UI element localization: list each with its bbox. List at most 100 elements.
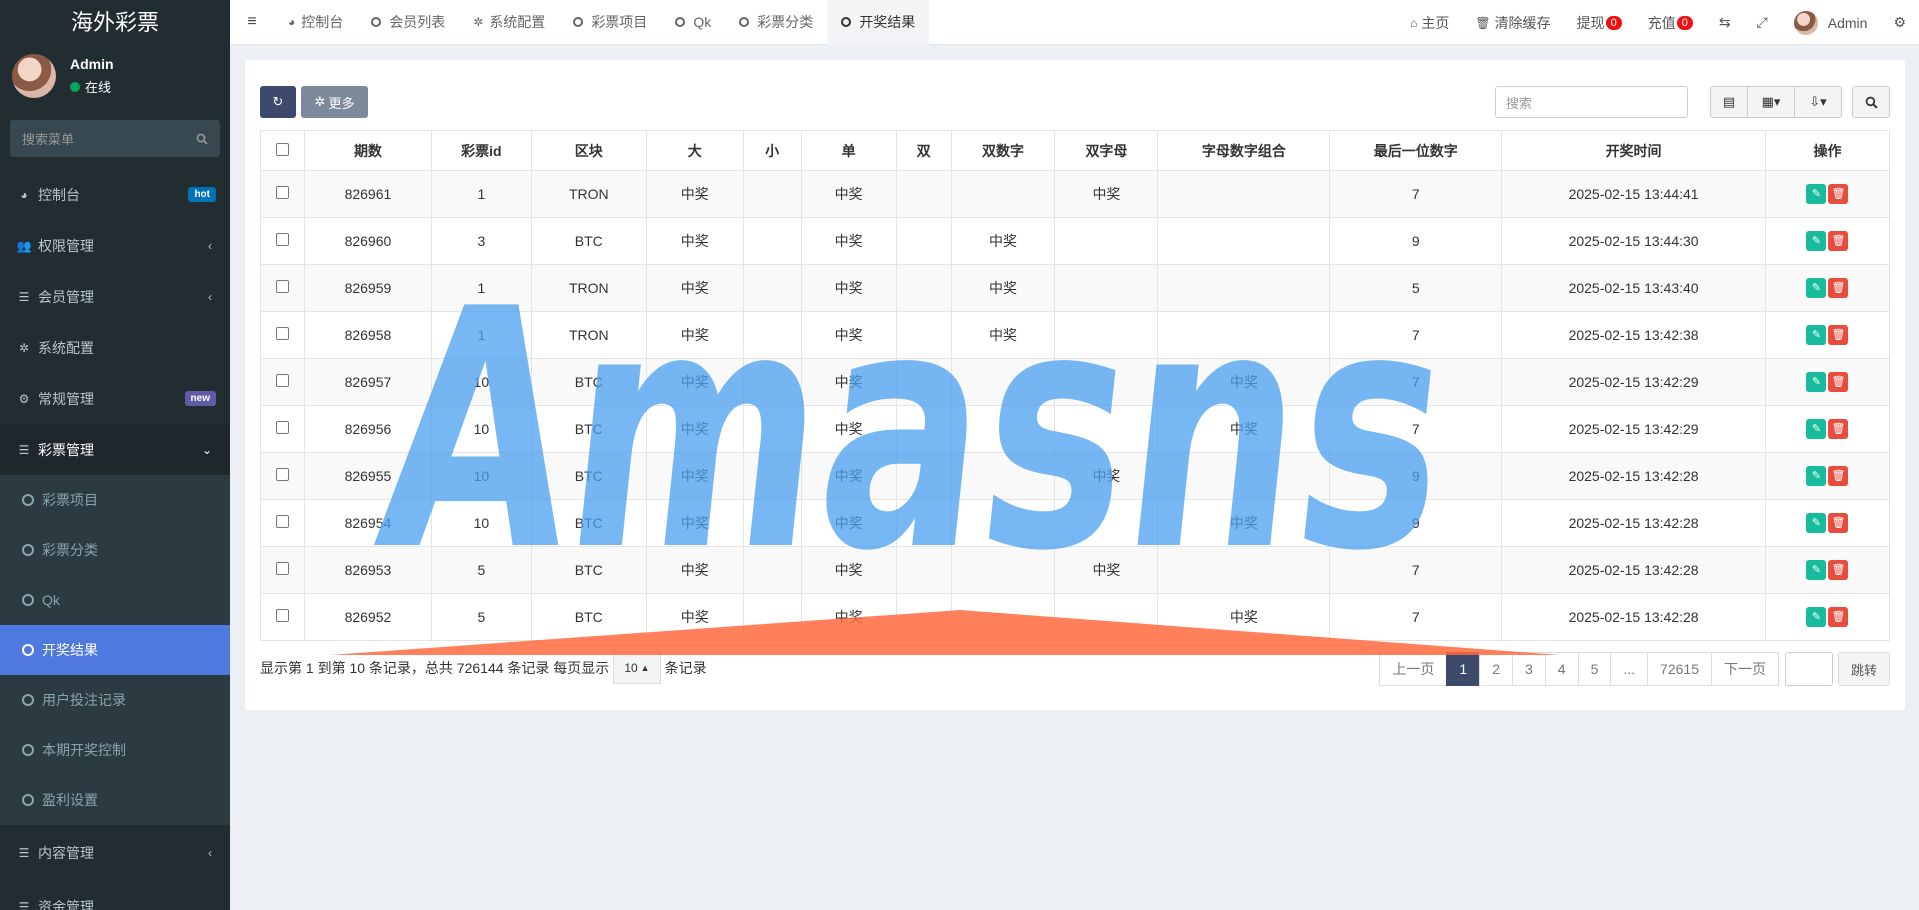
tab-lottery-projects[interactable]: 彩票项目 <box>559 0 661 45</box>
jump-page-input[interactable] <box>1784 652 1833 686</box>
row-select-cell[interactable] <box>260 499 305 547</box>
toggle-view-button[interactable]: ▤ <box>1710 86 1748 118</box>
recharge-link[interactable]: 充值 0 <box>1635 13 1706 33</box>
row-select-cell[interactable] <box>260 452 305 500</box>
column-header[interactable]: 字母数字组合 <box>1157 130 1331 171</box>
table-row[interactable]: 826956 10 BTC 中奖 中奖 中奖 7 2025-02-15 13:42:29 ✎ 🗑 <box>260 405 1891 453</box>
column-header[interactable]: 区块 <box>530 130 647 171</box>
delete-icon[interactable]: 🗑 <box>1828 278 1849 298</box>
withdraw-link[interactable]: 提现 0 <box>1564 13 1635 33</box>
table-search-input[interactable]: 搜索 <box>1495 86 1688 118</box>
edit-icon[interactable]: ✎ <box>1806 466 1827 486</box>
sidebar-item-members[interactable]: ☰ 会员管理 ‹ <box>0 271 230 322</box>
row-checkbox[interactable] <box>275 421 289 434</box>
jump-button[interactable]: 跳转 <box>1837 652 1890 686</box>
table-row[interactable]: 826957 10 BTC 中奖 中奖 中奖 7 2025-02-15 13:42:29 ✎ 🗑 <box>260 358 1891 406</box>
search-button[interactable] <box>1852 86 1890 118</box>
search-icon[interactable] <box>196 133 208 145</box>
tab-system-config[interactable]: ✲ 系统配置 <box>459 0 559 45</box>
row-select-cell[interactable] <box>260 593 305 641</box>
settings-icon[interactable]: ⚙ <box>1880 14 1919 31</box>
edit-icon[interactable]: ✎ <box>1806 231 1827 251</box>
columns-button[interactable]: ▦▾ <box>1747 86 1795 118</box>
delete-icon[interactable]: 🗑 <box>1828 513 1849 533</box>
page-size-select[interactable]: 10 ▲ <box>613 652 661 684</box>
sidebar-subitem-lottery-categories[interactable]: 彩票分类 <box>0 525 230 575</box>
next-page-button[interactable]: 下一页 <box>1710 652 1779 686</box>
sidebar-subitem-profit-settings[interactable]: 盈利设置 <box>0 775 230 825</box>
tab-member-list[interactable]: 会员列表 <box>357 0 459 45</box>
row-checkbox[interactable] <box>275 327 289 340</box>
edit-icon[interactable]: ✎ <box>1806 325 1827 345</box>
row-select-cell[interactable] <box>260 264 305 312</box>
table-row[interactable]: 826953 5 BTC 中奖 中奖 中奖 7 2025-02-15 13:42:28 ✎ 🗑 <box>260 546 1891 594</box>
page-button[interactable]: 3 <box>1511 652 1546 686</box>
sidebar-item-permissions[interactable]: 👥 权限管理 ‹ <box>0 220 230 271</box>
row-checkbox[interactable] <box>275 468 289 481</box>
column-header[interactable]: 双 <box>895 130 952 171</box>
delete-icon[interactable]: 🗑 <box>1828 184 1849 204</box>
edit-icon[interactable]: ✎ <box>1806 513 1827 533</box>
row-checkbox[interactable] <box>275 515 289 528</box>
fullscreen-icon[interactable]: ⤢ <box>1744 14 1781 31</box>
sidebar-item-lottery[interactable]: ☰ 彩票管理 ⌄ <box>0 424 230 475</box>
export-button[interactable]: ⇩▾ <box>1794 86 1842 118</box>
sidebar-subitem-qk[interactable]: Qk <box>0 575 230 625</box>
row-checkbox[interactable] <box>275 562 289 575</box>
column-header[interactable]: 双数字 <box>950 130 1056 171</box>
admin-menu[interactable]: Admin <box>1781 10 1881 35</box>
delete-icon[interactable]: 🗑 <box>1828 325 1849 345</box>
column-header[interactable]: 最后一位数字 <box>1329 130 1503 171</box>
sidebar-search-input[interactable]: 搜索菜单 <box>10 120 220 157</box>
row-select-cell[interactable] <box>260 405 305 453</box>
sidebar-subitem-bet-records[interactable]: 用户投注记录 <box>0 675 230 725</box>
column-header[interactable]: 大 <box>645 130 744 171</box>
sidebar-item-system-config[interactable]: ✲ 系统配置 <box>0 322 230 373</box>
delete-icon[interactable]: 🗑 <box>1828 466 1849 486</box>
delete-icon[interactable]: 🗑 <box>1828 419 1849 439</box>
row-checkbox[interactable] <box>275 374 289 387</box>
page-button[interactable]: 72615 <box>1647 652 1712 686</box>
row-select-cell[interactable] <box>260 358 305 406</box>
delete-icon[interactable]: 🗑 <box>1828 231 1849 251</box>
column-header[interactable]: 开奖时间 <box>1501 130 1766 171</box>
prev-page-button[interactable]: 上一页 <box>1379 652 1448 686</box>
delete-icon[interactable]: 🗑 <box>1828 560 1849 580</box>
select-all-checkbox[interactable] <box>275 142 289 156</box>
table-row[interactable]: 826960 3 BTC 中奖 中奖 中奖 9 2025-02-15 13:44:30 ✎ 🗑 <box>260 217 1891 265</box>
home-link[interactable]: ⌂ 主页 <box>1397 13 1462 33</box>
sidebar-item-funds[interactable]: ☰ 资金管理 <box>0 881 230 910</box>
edit-icon[interactable]: ✎ <box>1806 372 1827 392</box>
row-select-cell[interactable] <box>260 170 305 218</box>
tab-dashboard[interactable]: ◕ 控制台 <box>274 0 357 45</box>
row-select-cell[interactable] <box>260 217 305 265</box>
column-header[interactable]: 双字母 <box>1054 130 1159 171</box>
row-checkbox[interactable] <box>275 186 289 199</box>
edit-icon[interactable]: ✎ <box>1806 607 1827 627</box>
page-button[interactable]: 2 <box>1479 652 1513 686</box>
select-all-cell[interactable] <box>260 130 305 171</box>
sidebar-item-general[interactable]: ⚙ 常规管理 new <box>0 373 230 424</box>
more-button[interactable]: ✲ 更多 <box>301 86 368 118</box>
table-row[interactable]: 826958 1 TRON 中奖 中奖 中奖 7 2025-02-15 13:42:38 ✎ 🗑 <box>260 311 1891 359</box>
tab-draw-results[interactable]: 开奖结果 <box>827 0 930 45</box>
column-header[interactable]: 期数 <box>303 130 432 171</box>
row-checkbox[interactable] <box>275 233 289 246</box>
sidebar-subitem-draw-control[interactable]: 本期开奖控制 <box>0 725 230 775</box>
page-button[interactable]: 5 <box>1577 652 1612 686</box>
table-row[interactable]: 826952 5 BTC 中奖 中奖 中奖 7 2025-02-15 13:42:28 ✎ 🗑 <box>260 593 1891 641</box>
edit-icon[interactable]: ✎ <box>1806 278 1827 298</box>
edit-icon[interactable]: ✎ <box>1806 560 1827 580</box>
table-row[interactable]: 826961 1 TRON 中奖 中奖 中奖 7 2025-02-15 13:44:41 ✎ 🗑 <box>260 170 1891 218</box>
translate-icon[interactable]: ⇆ <box>1706 14 1744 31</box>
table-row[interactable]: 826954 10 BTC 中奖 中奖 中奖 9 2025-02-15 13:42:28 ✎ 🗑 <box>260 499 1891 547</box>
sidebar-item-dashboard[interactable]: ◕ 控制台 hot <box>0 169 230 220</box>
menu-toggle-icon[interactable]: ≡ <box>230 13 274 31</box>
clear-cache-button[interactable]: 🗑 清除缓存 <box>1462 13 1563 33</box>
page-button[interactable]: 4 <box>1544 652 1579 686</box>
tab-lottery-categories[interactable]: 彩票分类 <box>725 0 827 45</box>
tab-qk[interactable]: Qk <box>661 0 725 45</box>
sidebar-subitem-draw-results[interactable]: 开奖结果 <box>0 625 230 675</box>
column-header[interactable]: 小 <box>742 130 802 171</box>
delete-icon[interactable]: 🗑 <box>1828 372 1849 392</box>
